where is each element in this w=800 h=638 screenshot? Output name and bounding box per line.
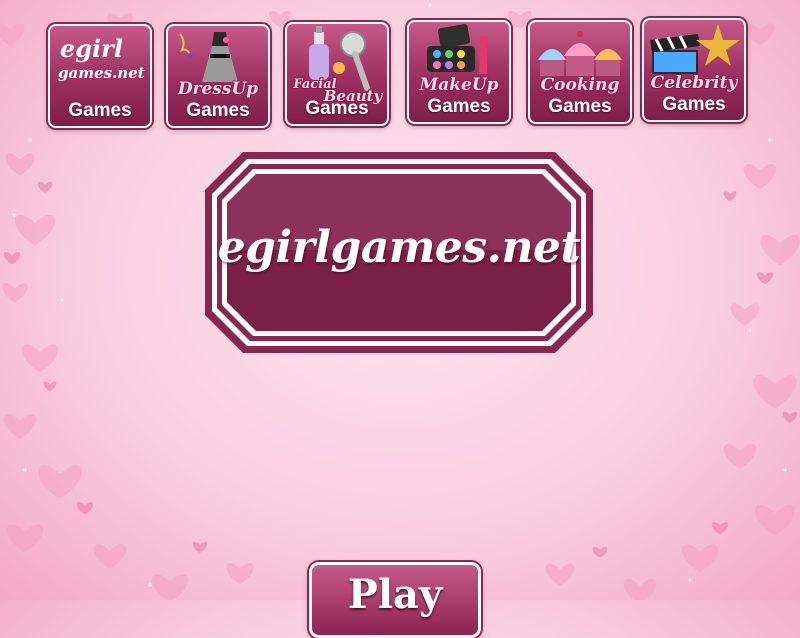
brand-line2: games.net — [58, 64, 145, 82]
tile-caption: Games — [427, 96, 491, 117]
celebrity-script: Celebrity — [650, 73, 738, 93]
celebrity-games-tile[interactable]: Celebrity Games — [642, 18, 746, 122]
tile-caption: Games — [662, 94, 726, 115]
category-nav: egirl games.net Games DressUp Games Faci… — [0, 0, 800, 130]
facial-beauty-games-tile[interactable]: Facial Beauty Games — [285, 22, 389, 126]
makeup-games-tile[interactable]: MakeUp Games — [407, 20, 511, 124]
logo-text: egirlgames.net — [217, 222, 581, 273]
makeup-script: MakeUp — [419, 75, 499, 95]
cooking-script: Cooking — [540, 75, 620, 95]
egirlgames-home-tile[interactable]: egirl games.net Games — [48, 24, 152, 128]
dressup-script: DressUp — [177, 79, 259, 99]
play-label: Play — [347, 571, 443, 618]
play-button[interactable]: Play — [309, 562, 481, 638]
tile-caption: Games — [305, 98, 369, 119]
dressup-games-tile[interactable]: DressUp Games — [166, 24, 270, 128]
tile-caption: Games — [68, 100, 132, 121]
tile-caption: Games — [186, 100, 250, 121]
cooking-games-tile[interactable]: Cooking Games — [528, 20, 632, 124]
brand-line1: egirl — [60, 34, 123, 63]
tile-caption: Games — [548, 96, 612, 117]
